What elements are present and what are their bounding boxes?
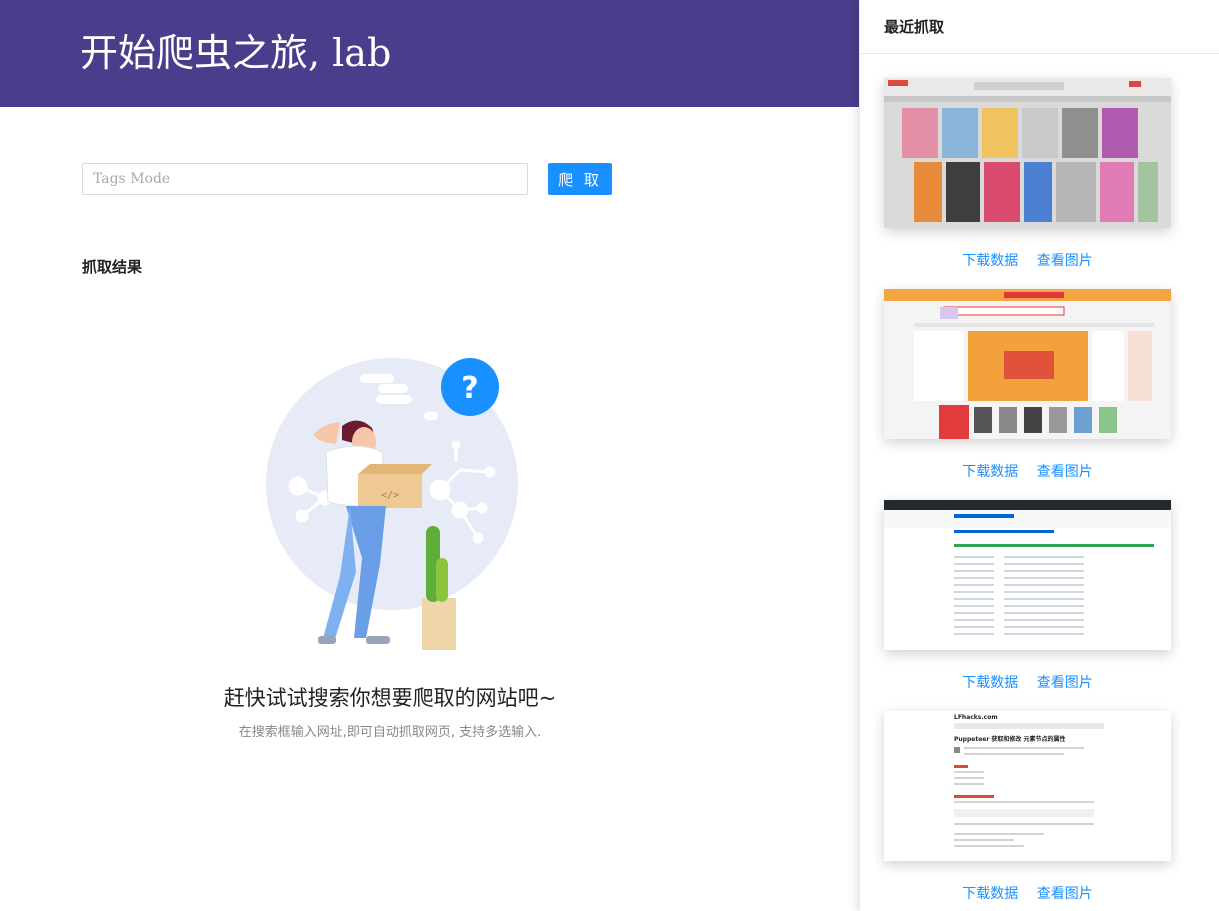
view-image-link[interactable]: 查看图片 — [1037, 886, 1093, 902]
page: 开始爬虫之旅, lab 爬 取 抓取结果 — [0, 0, 1219, 911]
view-image-link[interactable]: 查看图片 — [1037, 464, 1093, 480]
download-data-link[interactable]: 下载数据 — [962, 253, 1018, 269]
recent-thumbnail[interactable] — [884, 289, 1171, 439]
svg-text:?: ? — [461, 371, 478, 406]
download-data-link[interactable]: 下载数据 — [962, 675, 1018, 691]
recent-panel-title: 最近抓取 — [860, 0, 1219, 54]
thumb-site-name: LFhacks.com — [954, 714, 998, 721]
view-image-link[interactable]: 查看图片 — [1037, 675, 1093, 691]
recent-card: LFhacks.com Puppeteer 获取和修改 元素节点的属性 下载数据… — [884, 711, 1171, 903]
recent-thumbnail[interactable] — [884, 78, 1171, 228]
thumb-heading: Puppeteer 获取和修改 元素节点的属性 — [954, 735, 1065, 743]
download-data-link[interactable]: 下载数据 — [962, 464, 1018, 480]
download-data-link[interactable]: 下载数据 — [962, 886, 1018, 902]
empty-state-description: 在搜索框输入网址,即可自动抓取网页, 支持多选输入. — [238, 725, 542, 740]
recent-card: 下载数据 查看图片 — [884, 289, 1171, 481]
crawl-button[interactable]: 爬 取 — [548, 163, 612, 195]
empty-state-title: 赶快试试搜索你想要爬取的网站吧~ — [223, 686, 557, 710]
svg-text:</>: </> — [381, 490, 399, 501]
recent-thumbnail[interactable]: LFhacks.com Puppeteer 获取和修改 元素节点的属性 — [884, 711, 1171, 861]
recent-card: 下载数据 查看图片 — [884, 78, 1171, 270]
view-image-link[interactable]: 查看图片 — [1037, 253, 1093, 269]
recent-panel: 最近抓取 下载数据 查看图片 下载数据 查看图片 下载数据 查看图片 LFhac… — [859, 0, 1219, 911]
header-bar: 开始爬虫之旅, lab — [0, 0, 859, 107]
question-icon: ? — [441, 358, 499, 416]
empty-illustration: ? </> — [250, 340, 530, 660]
url-tags-input[interactable] — [82, 163, 528, 195]
recent-thumbnail[interactable] — [884, 500, 1171, 650]
page-title: 开始爬虫之旅, lab — [80, 31, 392, 75]
recent-card: 下载数据 查看图片 — [884, 500, 1171, 692]
results-title: 抓取结果 — [82, 258, 143, 276]
